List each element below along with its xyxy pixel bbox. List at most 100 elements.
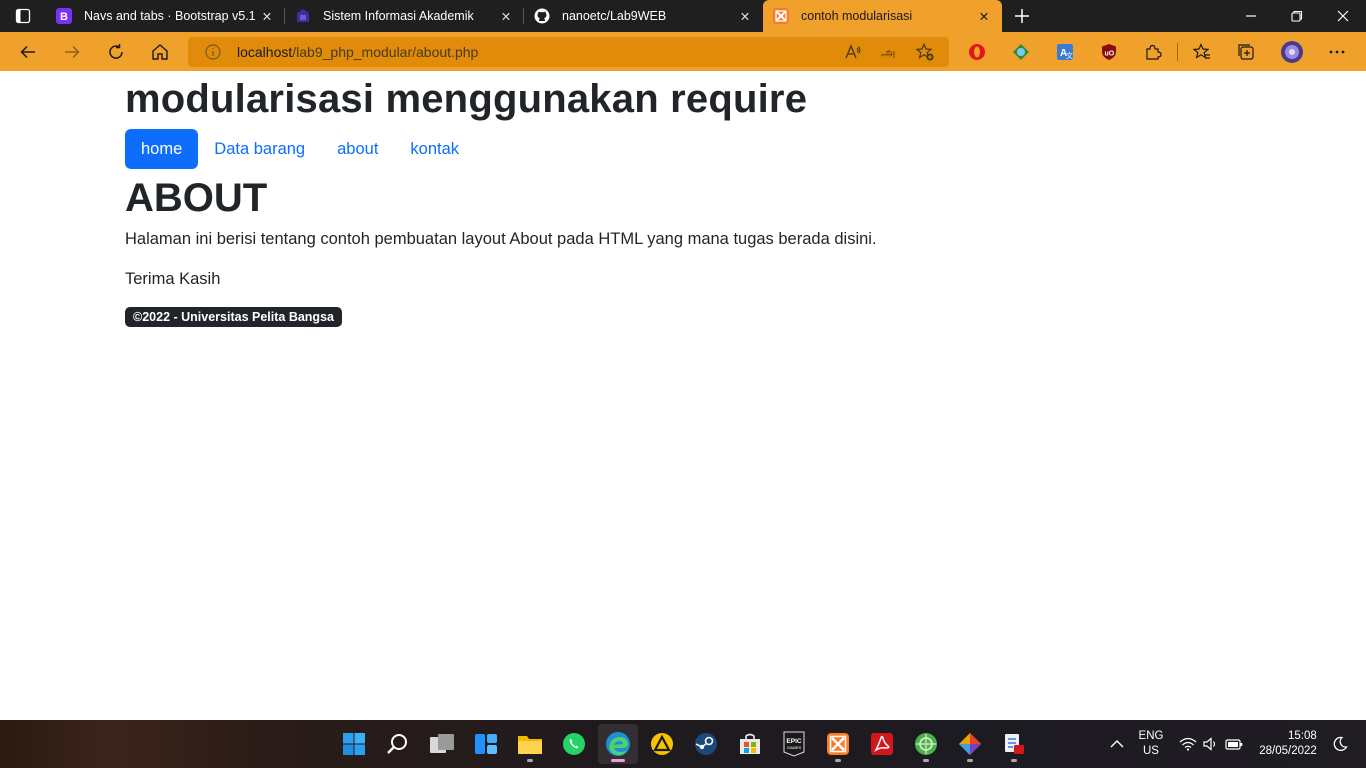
new-tab-button[interactable] bbox=[1002, 0, 1042, 32]
back-arrow-icon bbox=[20, 45, 35, 58]
window-controls bbox=[1228, 0, 1366, 32]
url-host: localhost bbox=[237, 44, 293, 60]
taskbar: EPIC GAMES ENG US 15:08 28/05/2022 bbox=[0, 720, 1366, 768]
refresh-icon bbox=[109, 43, 123, 59]
opera-extension-button[interactable] bbox=[955, 32, 999, 71]
tab-bootstrap[interactable]: B Navs and tabs · Bootstrap v5.1 ✕ bbox=[46, 0, 285, 32]
start-button[interactable] bbox=[334, 724, 374, 764]
page-heading: ABOUT bbox=[125, 176, 268, 220]
edge-icon bbox=[606, 732, 630, 756]
taskbar-acrobat[interactable] bbox=[862, 724, 902, 764]
back-button[interactable] bbox=[6, 32, 50, 71]
tab-close-icon[interactable]: ✕ bbox=[259, 8, 275, 24]
taskbar-file-explorer[interactable] bbox=[510, 724, 550, 764]
taskbar-whatsapp[interactable] bbox=[554, 724, 594, 764]
nav-item-kontak[interactable]: kontak bbox=[394, 129, 475, 169]
tab-close-icon[interactable]: ✕ bbox=[976, 8, 992, 24]
puzzle-icon bbox=[1146, 44, 1162, 60]
running-indicator bbox=[1011, 759, 1017, 762]
toolbar-divider bbox=[1177, 43, 1178, 61]
main-nav: home Data barang about kontak bbox=[125, 129, 1225, 169]
home-button[interactable] bbox=[138, 32, 182, 71]
forward-button[interactable] bbox=[50, 32, 94, 71]
running-indicator bbox=[611, 759, 625, 762]
collections-button[interactable] bbox=[1224, 32, 1268, 71]
taskbar-git[interactable] bbox=[950, 724, 990, 764]
ublock-extension-button[interactable]: uO bbox=[1087, 32, 1131, 71]
taskbar-store[interactable] bbox=[730, 724, 770, 764]
show-hidden-icons-button[interactable] bbox=[1104, 720, 1130, 768]
svg-text:GAMES: GAMES bbox=[787, 745, 802, 750]
chevron-up-icon bbox=[1110, 740, 1124, 748]
running-indicator bbox=[923, 759, 929, 762]
read-aloud-icon bbox=[845, 44, 861, 59]
running-indicator bbox=[835, 759, 841, 762]
running-indicator bbox=[527, 759, 533, 762]
add-favorite-button[interactable] bbox=[907, 37, 943, 67]
language-indicator[interactable]: ENG US bbox=[1132, 720, 1170, 768]
clock-date: 28/05/2022 bbox=[1259, 745, 1317, 757]
tab-sistem-informasi[interactable]: Sistem Informasi Akademik ✕ bbox=[285, 0, 524, 32]
url-text[interactable]: localhost/lab9_php_modular/about.php bbox=[237, 44, 478, 60]
whatsapp-icon bbox=[563, 733, 585, 755]
settings-more-button[interactable] bbox=[1315, 32, 1359, 71]
info-icon[interactable] bbox=[204, 43, 222, 61]
ublock-icon: uO bbox=[1102, 43, 1116, 60]
nav-item-data-barang[interactable]: Data barang bbox=[198, 129, 321, 169]
epic-games-icon: EPICGAMES bbox=[783, 731, 805, 757]
taskbar-epic-games[interactable]: EPIC GAMES bbox=[774, 724, 814, 764]
github-icon bbox=[534, 8, 550, 24]
forward-arrow-icon bbox=[65, 45, 80, 58]
address-bar-actions: அ bbox=[835, 37, 943, 67]
battery-icon bbox=[1225, 739, 1243, 750]
nav-item-home[interactable]: home bbox=[125, 129, 199, 169]
clock[interactable]: 15:08 28/05/2022 bbox=[1252, 720, 1324, 768]
collections-icon bbox=[1238, 43, 1254, 60]
taskbar-app-triangle[interactable] bbox=[642, 724, 682, 764]
translate-button[interactable]: அ bbox=[871, 37, 907, 67]
language-code: ENG bbox=[1138, 730, 1164, 742]
refresh-button[interactable] bbox=[94, 32, 138, 71]
taskbar-app-green[interactable] bbox=[906, 724, 946, 764]
nav-item-about[interactable]: about bbox=[321, 129, 394, 169]
minimize-button[interactable] bbox=[1228, 0, 1274, 32]
acrobat-icon bbox=[871, 733, 893, 755]
tab-actions-button[interactable] bbox=[0, 0, 46, 32]
do-not-disturb-button[interactable] bbox=[1326, 720, 1354, 768]
git-icon bbox=[959, 733, 981, 755]
tab-close-icon[interactable]: ✕ bbox=[498, 8, 514, 24]
tab-title: nanoetc/Lab9WEB bbox=[562, 9, 667, 23]
restore-button[interactable] bbox=[1274, 0, 1320, 32]
svg-text:文: 文 bbox=[1066, 51, 1073, 60]
extensions-button[interactable] bbox=[1131, 32, 1175, 71]
read-aloud-button[interactable] bbox=[835, 37, 871, 67]
plus-icon bbox=[1015, 9, 1029, 23]
task-view-button[interactable] bbox=[422, 724, 462, 764]
taskbar-steam[interactable] bbox=[686, 724, 726, 764]
tab-github[interactable]: nanoetc/Lab9WEB ✕ bbox=[524, 0, 763, 32]
taskbar-search-button[interactable] bbox=[378, 724, 418, 764]
close-icon bbox=[1337, 10, 1349, 22]
globe-extension-button[interactable] bbox=[999, 32, 1043, 71]
translator-extension-button[interactable]: A文 bbox=[1043, 32, 1087, 71]
taskbar-edge[interactable] bbox=[598, 724, 638, 764]
system-status-button[interactable] bbox=[1178, 720, 1244, 768]
favorites-button[interactable] bbox=[1180, 32, 1224, 71]
task-view-icon bbox=[430, 734, 454, 753]
widgets-button[interactable] bbox=[466, 724, 506, 764]
minimize-icon bbox=[1246, 15, 1256, 17]
browser-toolbar: localhost/lab9_php_modular/about.php அ A… bbox=[0, 32, 1366, 71]
taskbar-xampp[interactable] bbox=[818, 724, 858, 764]
taskbar-app-tool[interactable] bbox=[994, 724, 1034, 764]
tab-close-icon[interactable]: ✕ bbox=[737, 8, 753, 24]
profile-button[interactable] bbox=[1270, 32, 1314, 71]
xampp-icon bbox=[827, 733, 849, 755]
widgets-icon bbox=[475, 734, 497, 754]
home-icon bbox=[152, 43, 168, 60]
avatar bbox=[1281, 40, 1303, 63]
close-window-button[interactable] bbox=[1320, 0, 1366, 32]
address-bar[interactable]: localhost/lab9_php_modular/about.php அ bbox=[188, 37, 949, 67]
tab-contoh-modularisasi[interactable]: contoh modularisasi ✕ bbox=[763, 0, 1002, 32]
url-path: /lab9_php_modular/about.php bbox=[292, 44, 479, 60]
bootstrap-icon: B bbox=[56, 8, 72, 24]
